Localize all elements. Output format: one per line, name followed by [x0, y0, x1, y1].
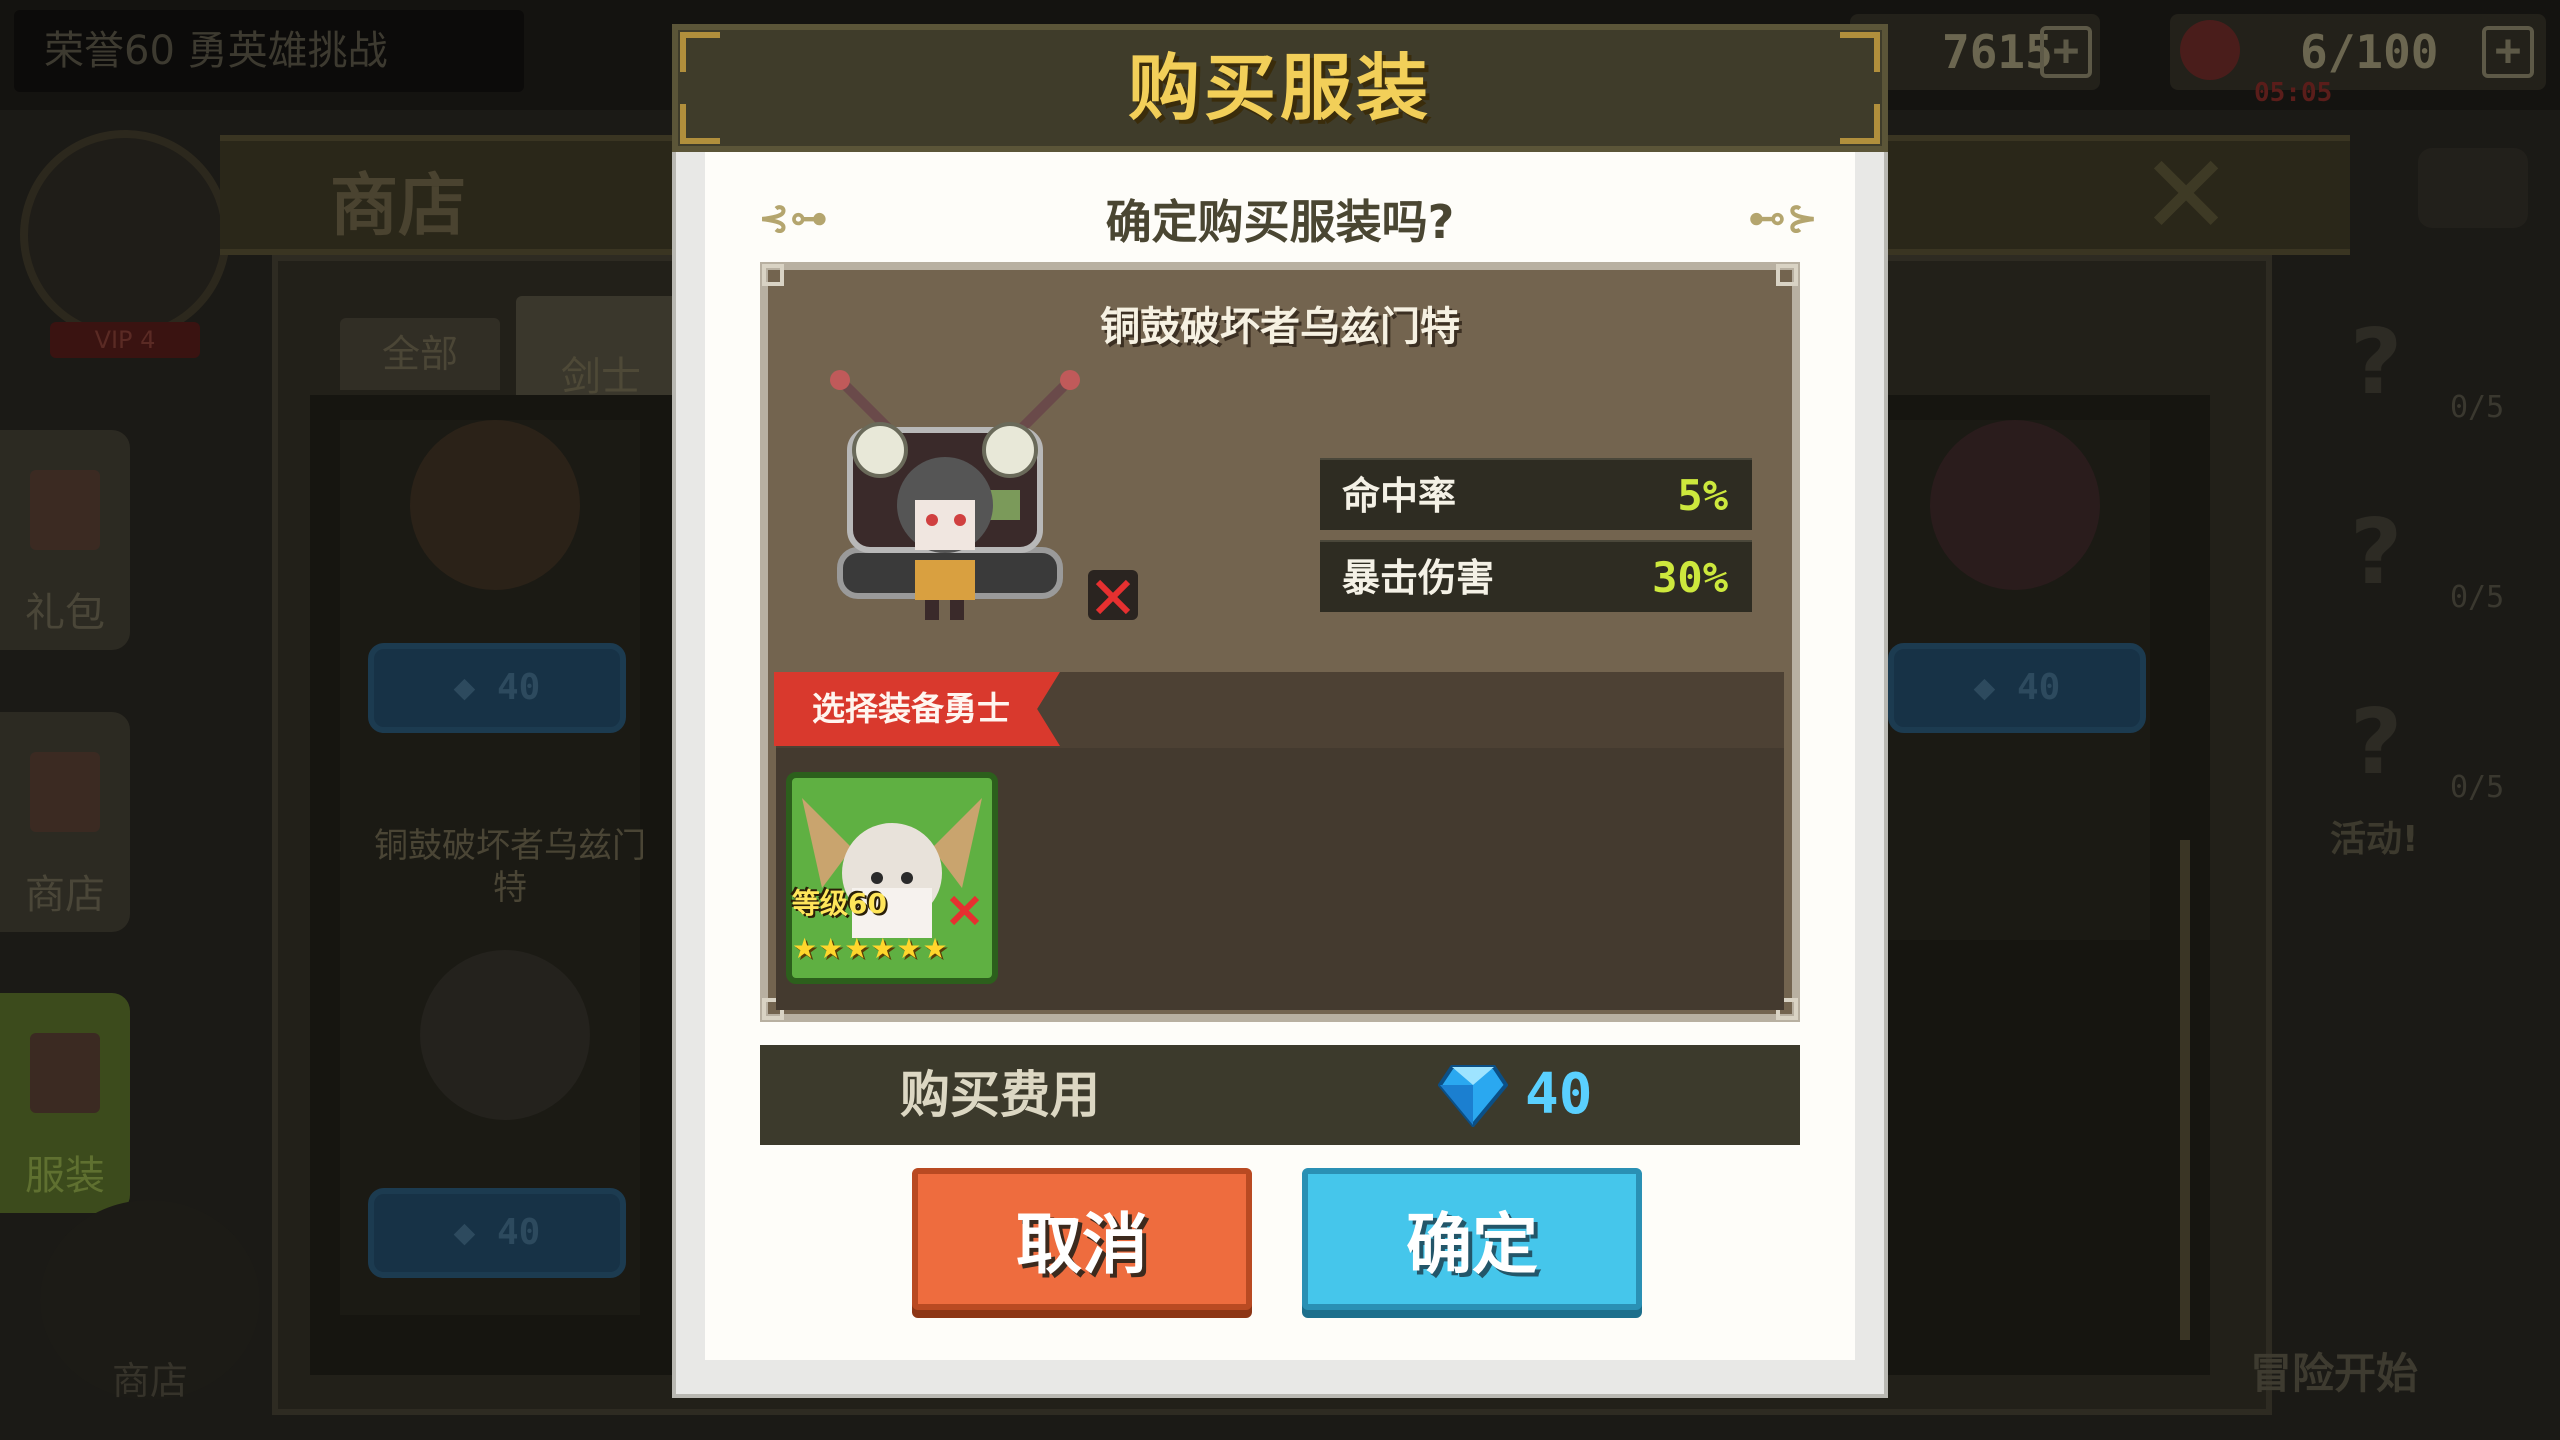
stat-label: 命中率	[1342, 474, 1457, 518]
item-name: 铜鼓破坏者乌兹门特	[1100, 304, 1460, 350]
question-icon: ?	[2350, 500, 2403, 605]
diamond-icon	[1438, 1065, 1508, 1127]
quest-count: 0/5	[2450, 770, 2505, 805]
costume-sprite	[1930, 420, 2100, 590]
list-scrollbar[interactable]	[2180, 840, 2190, 1340]
quest-slot[interactable]: ? 0/5	[2240, 270, 2560, 440]
top-message: 荣誉60 勇英雄挑战	[14, 10, 524, 92]
stat-row-hit-rate: 命中率 5%	[1320, 458, 1752, 530]
cost-value: 40	[1525, 1062, 1593, 1127]
player-avatar[interactable]	[20, 130, 230, 340]
costume-sprite	[410, 420, 580, 590]
bottom-shop-button[interactable]: 商店	[40, 1200, 260, 1403]
cancel-button[interactable]: 取消	[912, 1168, 1252, 1310]
add-stamina-button[interactable]: +	[2482, 26, 2534, 78]
tab-swordsman[interactable]: 剑士	[516, 296, 686, 400]
question-icon: ?	[2350, 690, 2403, 795]
list-item-name: 铜鼓破坏者乌兹门特	[374, 826, 646, 908]
adventure-start-button[interactable]: 冒险开始	[2250, 1340, 2418, 1401]
hero-stars: ★★★★★★	[792, 932, 949, 965]
stat-value: 30%	[1652, 553, 1728, 602]
quest-slot[interactable]: ? 0/5	[2240, 460, 2560, 630]
stat-label: 暴击伤害	[1342, 556, 1495, 600]
tab-all[interactable]: 全部	[340, 318, 500, 390]
corner-ornament	[1776, 264, 1798, 286]
stamina-counter: 6/100 +	[2170, 14, 2546, 90]
wardrobe-icon	[30, 1033, 100, 1113]
gem-price-button[interactable]: ◆ 40	[1888, 643, 2146, 733]
corner-ornament	[762, 264, 784, 286]
select-hero-label: 选择装备勇士	[812, 689, 1010, 728]
confirm-button[interactable]: 确定	[1302, 1168, 1642, 1310]
gem-price: 40	[497, 1212, 541, 1253]
stat-row-crit-damage: 暴击伤害 30%	[1320, 540, 1752, 612]
quest-slot[interactable]: ? 0/5	[2240, 650, 2560, 820]
stamina-value: 6/100	[2300, 25, 2439, 79]
quest-count: 0/5	[2450, 390, 2505, 425]
gem-price: 40	[497, 667, 541, 708]
stamina-timer: 05:05	[2254, 78, 2333, 108]
gift-icon	[30, 470, 100, 550]
right-quest-column: ? 0/5 ? 0/5 ? 0/5	[2240, 270, 2560, 1310]
shop-title: 商店	[330, 167, 467, 246]
gem-price-button[interactable]: ◆ 40	[368, 643, 626, 733]
game-screen: 荣誉60 勇英雄挑战 7615 + 6/100 + 05:05 VIP 4 商店…	[0, 0, 2560, 1440]
side-tab-costume[interactable]: 服装	[0, 993, 130, 1213]
gold-value: 7615	[1942, 25, 2053, 79]
costume-sprite	[830, 370, 1138, 620]
side-tab-gift[interactable]: 礼包	[0, 430, 130, 650]
gem-price: 40	[2017, 667, 2061, 708]
question-icon: ?	[2350, 310, 2403, 415]
cost-label: 购买费用	[900, 1066, 1100, 1124]
costume-sprite	[420, 950, 590, 1120]
vip-badge: VIP 4	[50, 322, 200, 358]
meat-icon	[2180, 20, 2240, 80]
chat-icon[interactable]	[2418, 148, 2528, 228]
close-shop-icon[interactable]: ✕	[2140, 140, 2232, 250]
dialog-title: 购买服装	[1127, 46, 1432, 130]
add-gold-button[interactable]: +	[2040, 26, 2092, 78]
side-tab-label: 商店	[25, 872, 105, 918]
side-tab-shop[interactable]: 商店	[0, 712, 130, 932]
event-label[interactable]: 活动!	[2330, 810, 2418, 862]
quest-count: 0/5	[2450, 580, 2505, 615]
hero-level: 等级60	[792, 887, 887, 920]
side-tab-label: 礼包	[25, 590, 105, 636]
gem-price-button[interactable]: ◆ 40	[368, 1188, 626, 1278]
side-tab-label: 服装	[25, 1153, 105, 1199]
stat-value: 5%	[1677, 471, 1728, 520]
confirm-question: 确定购买服装吗?	[1105, 195, 1455, 249]
coins-icon	[30, 752, 100, 832]
